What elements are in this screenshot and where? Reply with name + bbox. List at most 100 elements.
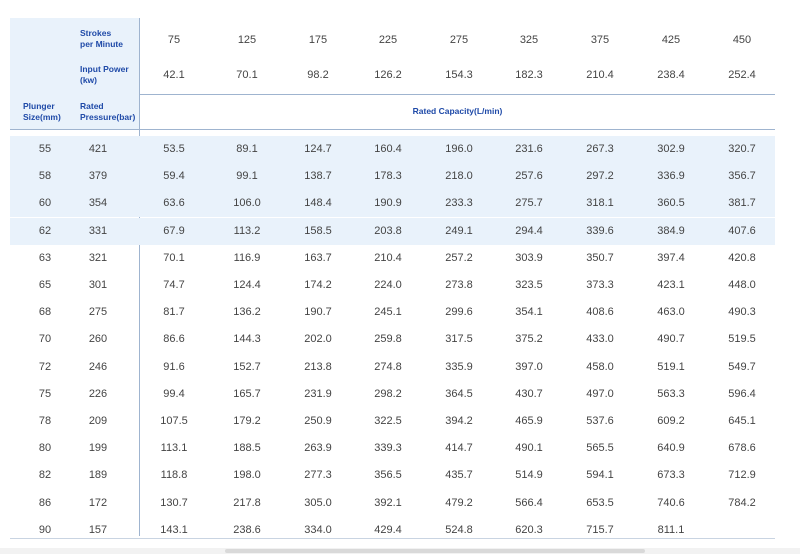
capacity-cell: 202.0 [304, 333, 332, 345]
plunger-size-cell: 58 [38, 170, 52, 182]
capacity-cell: 259.8 [374, 333, 402, 345]
capacity-cell: 257.2 [445, 252, 473, 264]
rated-pressure-cell: 301 [88, 279, 108, 291]
capacity-cell: 203.8 [374, 225, 402, 237]
speed-value: 275 [449, 34, 469, 46]
capacity-cell: 213.8 [304, 361, 332, 373]
capacity-cell: 375.2 [515, 333, 543, 345]
rated-pressure-cell: 354 [88, 197, 108, 209]
capacity-cell: 490.3 [728, 306, 756, 318]
capacity-cell: 238.6 [233, 524, 261, 536]
capacity-cell: 408.6 [586, 306, 614, 318]
speed-value: 425 [661, 34, 681, 46]
table-bottom-rule [10, 538, 775, 539]
capacity-cell: 99.1 [236, 170, 258, 182]
capacity-cell: 609.2 [657, 415, 685, 427]
capacity-cell: 519.5 [728, 333, 756, 345]
plunger-size-cell: 62 [38, 225, 52, 237]
capacity-cell: 294.4 [515, 225, 543, 237]
capacity-cell: 59.4 [163, 170, 185, 182]
power-value: 252.4 [728, 69, 756, 81]
header-bottom-rule [10, 129, 775, 130]
table-row: 68 275 81.7 136.2 190.7 245.1 299.6 354.1 408.6 4… [10, 299, 775, 326]
capacity-cell: 302.9 [657, 143, 685, 155]
plunger-size-label: Plunger Size(mm) [23, 101, 61, 122]
capacity-cell: 563.3 [657, 388, 685, 400]
capacity-cell: 299.6 [445, 306, 473, 318]
capacity-cell: 414.7 [445, 442, 473, 454]
plunger-size-cell: 70 [38, 333, 52, 345]
capacity-cell: 190.7 [304, 306, 332, 318]
capacity-cell: 152.7 [233, 361, 261, 373]
capacity-cell: 423.1 [657, 279, 685, 291]
capacity-cell: 107.5 [160, 415, 188, 427]
capacity-cell: 354.1 [515, 306, 543, 318]
capacity-cell: 323.5 [515, 279, 543, 291]
power-value: 182.3 [515, 69, 543, 81]
plunger-size-cell: 68 [38, 306, 52, 318]
rated-pressure-cell: 321 [88, 252, 108, 264]
table-row: 86 172 130.7 217.8 305.0 392.1 479.2 566.4 653.5… [10, 490, 775, 517]
capacity-cell: 124.4 [233, 279, 261, 291]
capacity-cell: 53.5 [163, 143, 185, 155]
capacity-cell: 273.8 [445, 279, 473, 291]
capacity-cell: 356.7 [728, 170, 756, 182]
capacity-cell: 250.9 [304, 415, 332, 427]
capacity-cell: 784.2 [728, 497, 756, 509]
capacity-cell: 497.0 [586, 388, 614, 400]
capacity-cell: 257.6 [515, 170, 543, 182]
pump-capacity-table: Strokes per Minute Input Power (kw) Plun… [0, 0, 800, 554]
capacity-cell: 86.6 [163, 333, 185, 345]
capacity-cell: 277.3 [304, 469, 332, 481]
capacity-cell: 420.8 [728, 252, 756, 264]
table-row: 55 421 53.5 89.1 124.7 160.4 196.0 231.6 267.3 30… [10, 136, 775, 163]
plunger-size-cell: 65 [38, 279, 52, 291]
capacity-cell: 397.4 [657, 252, 685, 264]
capacity-cell: 392.1 [374, 497, 402, 509]
capacity-cell: 174.2 [304, 279, 332, 291]
capacity-cell: 165.7 [233, 388, 261, 400]
capacity-cell: 490.1 [515, 442, 543, 454]
capacity-cell: 334.0 [304, 524, 332, 536]
capacity-cell: 740.6 [657, 497, 685, 509]
capacity-cell: 397.0 [515, 361, 543, 373]
plunger-size-cell: 90 [38, 524, 52, 536]
power-value: 98.2 [307, 69, 329, 81]
capacity-cell: 640.9 [657, 442, 685, 454]
capacity-cell: 565.5 [586, 442, 614, 454]
capacity-cell: 143.1 [160, 524, 188, 536]
capacity-cell: 318.1 [586, 197, 614, 209]
plunger-size-cell: 55 [38, 143, 52, 155]
speed-value: 175 [308, 34, 328, 46]
power-value: 70.1 [236, 69, 258, 81]
capacity-cell: 136.2 [233, 306, 261, 318]
header-divider [140, 94, 775, 95]
capacity-cell: 678.6 [728, 442, 756, 454]
capacity-cell: 188.5 [233, 442, 261, 454]
capacity-cell: 160.4 [374, 143, 402, 155]
plunger-size-cell: 82 [38, 469, 52, 481]
capacity-cell: 596.4 [728, 388, 756, 400]
capacity-cell: 335.9 [445, 361, 473, 373]
capacity-cell: 373.3 [586, 279, 614, 291]
capacity-cell: 138.7 [304, 170, 332, 182]
table-row: 70 260 86.6 144.3 202.0 259.8 317.5 375.2 433.0 4… [10, 326, 775, 353]
rated-pressure-cell: 199 [88, 442, 108, 454]
capacity-cell: 179.2 [233, 415, 261, 427]
plunger-size-cell: 60 [38, 197, 52, 209]
capacity-cell: 144.3 [233, 333, 261, 345]
table-row: 65 301 74.7 124.4 174.2 224.0 273.8 323.5 373.3 4… [10, 272, 775, 299]
capacity-cell: 130.7 [160, 497, 188, 509]
scrollbar-thumb[interactable] [225, 549, 645, 553]
input-power-label: Input Power (kw) [80, 64, 129, 85]
capacity-cell: 433.0 [586, 333, 614, 345]
capacity-cell: 217.8 [233, 497, 261, 509]
capacity-cell: 210.4 [374, 252, 402, 264]
capacity-cell: 245.1 [374, 306, 402, 318]
capacity-cell: 224.0 [374, 279, 402, 291]
capacity-cell: 463.0 [657, 306, 685, 318]
speed-value: 450 [732, 34, 752, 46]
rated-pressure-cell: 421 [88, 143, 108, 155]
table-row: 63 321 70.1 116.9 163.7 210.4 257.2 303.9 350.7 3… [10, 245, 775, 272]
rated-capacity-label: Rated Capacity(L/min) [412, 106, 503, 116]
